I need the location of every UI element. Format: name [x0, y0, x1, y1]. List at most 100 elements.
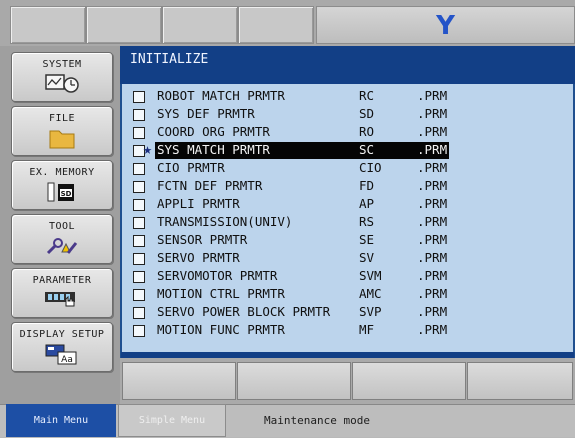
- sidebar-button-label: EX. MEMORY: [29, 167, 95, 178]
- list-item[interactable]: ROBOT MATCH PRMTR RC .PRM: [128, 88, 568, 106]
- list-item[interactable]: COORD ORG PRMTR RO .PRM: [128, 124, 568, 142]
- file-code: SV: [359, 250, 375, 265]
- checkbox[interactable]: [133, 271, 145, 283]
- list-item[interactable]: SERVOMOTOR PRMTR SVM .PRM: [128, 268, 568, 286]
- file-code: FD: [359, 178, 375, 193]
- sidebar-button-parameter[interactable]: PARAMETER: [11, 268, 113, 318]
- system-monitor-icon: [45, 74, 79, 93]
- list-item[interactable]: SERVO POWER BLOCK PRMTR SVP .PRM: [128, 304, 568, 322]
- brand-logo: Y: [316, 6, 575, 44]
- file-extension: .PRM: [417, 322, 448, 337]
- top-toolbar-slot-2[interactable]: [86, 6, 162, 44]
- file-code: AMC: [359, 286, 382, 301]
- checkbox[interactable]: [133, 253, 145, 265]
- sidebar-button-label: FILE: [48, 113, 76, 124]
- svg-text:SD: SD: [61, 190, 72, 198]
- folder-icon: [49, 130, 75, 149]
- checkbox[interactable]: [133, 163, 145, 175]
- file-name: SYS DEF PRMTR: [157, 106, 255, 121]
- top-toolbar-slot-3[interactable]: [162, 6, 238, 44]
- file-code: SE: [359, 232, 375, 247]
- file-name: FCTN DEF PRMTR: [157, 178, 263, 193]
- sidebar-button-ex-memory[interactable]: EX. MEMORY SD: [11, 160, 113, 210]
- file-extension: .PRM: [417, 196, 448, 211]
- file-extension: .PRM: [417, 124, 448, 139]
- checkbox[interactable]: [133, 217, 145, 229]
- function-key-4[interactable]: [467, 362, 573, 400]
- sidebar-button-tool[interactable]: TOOL: [11, 214, 113, 264]
- list-item[interactable]: TRANSMISSION(UNIV) RS .PRM: [128, 214, 568, 232]
- checkbox[interactable]: [133, 91, 145, 103]
- tool-wrench-icon: [46, 238, 78, 255]
- file-code: RS: [359, 214, 375, 229]
- sd-card-icon: SD: [47, 182, 74, 202]
- star-icon: ★: [143, 140, 153, 158]
- list-item[interactable]: APPLI PRMTR AP .PRM: [128, 196, 568, 214]
- file-extension: .PRM: [417, 178, 448, 193]
- file-code: SC: [359, 142, 375, 157]
- checkbox[interactable]: [133, 325, 145, 337]
- file-code: MF: [359, 322, 375, 337]
- file-name: SERVO PRMTR: [157, 250, 240, 265]
- function-key-2[interactable]: [237, 362, 351, 400]
- sidebar-button-display-setup[interactable]: DISPLAY SETUP Aa: [11, 322, 113, 372]
- file-extension: .PRM: [417, 268, 448, 283]
- checkbox[interactable]: [133, 181, 145, 193]
- file-extension: .PRM: [417, 250, 448, 265]
- list-item[interactable]: SYS DEF PRMTR SD .PRM: [128, 106, 568, 124]
- list-item[interactable]: MOTION FUNC PRMTR MF .PRM: [128, 322, 568, 340]
- list-item[interactable]: SERVO PRMTR SV .PRM: [128, 250, 568, 268]
- file-extension: .PRM: [417, 106, 448, 121]
- list-item[interactable]: MOTION CTRL PRMTR AMC .PRM: [128, 286, 568, 304]
- sidebar-button-label: TOOL: [48, 221, 76, 232]
- sidebar-button-file[interactable]: FILE: [11, 106, 113, 156]
- file-code: SVP: [359, 304, 382, 319]
- main-menu-button[interactable]: Main Menu: [6, 404, 116, 437]
- file-extension: .PRM: [417, 142, 448, 157]
- top-toolbar-slot-4[interactable]: [238, 6, 314, 44]
- file-name: MOTION FUNC PRMTR: [157, 322, 285, 337]
- checkbox[interactable]: [133, 289, 145, 301]
- file-extension: .PRM: [417, 232, 448, 247]
- file-extension: .PRM: [417, 88, 448, 103]
- checkbox[interactable]: [133, 307, 145, 319]
- file-name: CIO PRMTR: [157, 160, 225, 175]
- file-code: RC: [359, 88, 375, 103]
- file-extension: .PRM: [417, 286, 448, 301]
- sidebar-button-label: PARAMETER: [32, 275, 92, 286]
- file-code: SD: [359, 106, 375, 121]
- file-name: SENSOR PRMTR: [157, 232, 248, 247]
- file-extension: .PRM: [417, 304, 448, 319]
- file-extension: .PRM: [417, 214, 448, 229]
- page-title: INITIALIZE: [120, 46, 575, 84]
- file-code: CIO: [359, 160, 382, 175]
- mode-indicator: Maintenance mode: [264, 414, 370, 427]
- parameter-hand-icon: [45, 292, 75, 307]
- checkbox[interactable]: [133, 199, 145, 211]
- sidebar-button-system[interactable]: SYSTEM: [11, 52, 113, 102]
- list-item[interactable]: CIO PRMTR CIO .PRM: [128, 160, 568, 178]
- simple-menu-button[interactable]: Simple Menu: [118, 404, 226, 437]
- file-name: TRANSMISSION(UNIV): [157, 214, 293, 229]
- checkbox[interactable]: [133, 235, 145, 247]
- file-code: AP: [359, 196, 375, 211]
- list-item[interactable]: FCTN DEF PRMTR FD .PRM: [128, 178, 568, 196]
- file-name: SERVO POWER BLOCK PRMTR: [157, 304, 331, 319]
- function-key-3[interactable]: [352, 362, 466, 400]
- file-name: SYS MATCH PRMTR: [157, 142, 270, 157]
- function-key-1[interactable]: [122, 362, 236, 400]
- list-item[interactable]: SENSOR PRMTR SE .PRM: [128, 232, 568, 250]
- checkbox[interactable]: [133, 109, 145, 121]
- parameter-file-list: ROBOT MATCH PRMTR RC .PRM SYS DEF PRMTR SD .P…: [128, 88, 568, 342]
- file-name: APPLI PRMTR: [157, 196, 240, 211]
- top-toolbar-slot-1[interactable]: [10, 6, 86, 44]
- file-code: RO: [359, 124, 375, 139]
- file-name: ROBOT MATCH PRMTR: [157, 88, 285, 103]
- list-item[interactable]: ★ SYS MATCH PRMTR SC .PRM: [128, 140, 568, 160]
- checkbox[interactable]: [133, 127, 145, 139]
- file-name: MOTION CTRL PRMTR: [157, 286, 285, 301]
- file-code: SVM: [359, 268, 382, 283]
- svg-text:Aa: Aa: [61, 355, 73, 365]
- sidebar-button-label: SYSTEM: [42, 59, 82, 70]
- sidebar-button-label: DISPLAY SETUP: [19, 329, 105, 340]
